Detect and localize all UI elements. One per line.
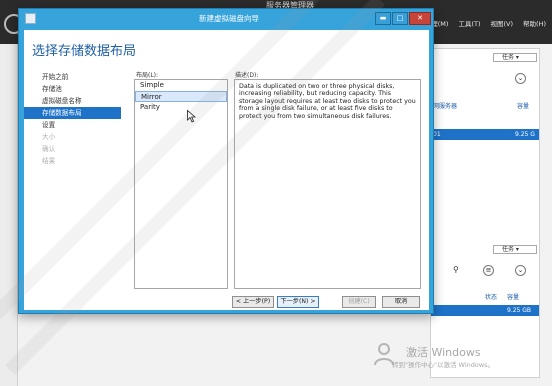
step-storage-pool[interactable]: 存储池 — [24, 83, 121, 95]
layout-listbox[interactable]: Simple Mirror Parity — [134, 79, 228, 289]
column-header-capacity-2[interactable]: 容量 — [507, 292, 519, 301]
collapse-chevron-icon[interactable]: ⌄ — [515, 73, 526, 84]
dialog-body: 选择存储数据布局 开始之前 存储池 虚拟磁盘名称 存储数据布局 设置 大小 确认… — [24, 30, 429, 310]
row-id: 01 — [433, 131, 441, 138]
layout-option-mirror[interactable]: Mirror — [135, 91, 227, 102]
tasks-dropdown[interactable]: 任务 ▾ — [493, 53, 537, 62]
page-title: 选择存储数据布局 — [32, 44, 137, 59]
column-header-capacity[interactable]: 容量 — [517, 101, 529, 110]
server-manager-menu: 管理(M) 工具(T) 视图(V) 帮助(H) — [425, 18, 546, 30]
step-results: 结果 — [42, 157, 56, 165]
tasks-dropdown-2[interactable]: 任务 ▾ — [493, 245, 537, 254]
new-virtual-disk-wizard: 新建虚拟磁盘向导 ▬ □ ✕ 选择存储数据布局 开始之前 存储池 虚拟磁盘名称 … — [18, 8, 434, 314]
tasks-dropdown-label: 任务 — [502, 54, 515, 61]
column-header-server[interactable]: 网服务器 — [433, 101, 457, 110]
maximize-button[interactable]: □ — [392, 12, 408, 25]
menu-tools[interactable]: 工具(T) — [458, 18, 480, 30]
layout-option-simple[interactable]: Simple — [135, 80, 227, 91]
step-storage-layout[interactable]: 存储数据布局 — [24, 107, 121, 119]
step-size: 大小 — [42, 133, 56, 141]
description-box: Data is duplicated on two or three physi… — [234, 79, 421, 289]
server-manager-sidebar — [0, 44, 18, 386]
wizard-window-icon — [25, 13, 36, 24]
previous-button[interactable]: < 上一步(P) — [232, 296, 274, 308]
layout-option-parity[interactable]: Parity — [135, 102, 227, 113]
dialog-title: 新建虚拟磁盘向导 — [199, 14, 259, 23]
wizard-steps: 开始之前 存储池 虚拟磁盘名称 存储数据布局 设置 大小 确认 结果 — [24, 71, 121, 167]
activate-windows-title: 激活 Windows — [406, 346, 481, 359]
collapse-chevron-icon-2[interactable]: ⌄ — [515, 265, 526, 276]
dialog-titlebar[interactable]: 新建虚拟磁盘向导 ▬ □ ✕ — [19, 9, 433, 30]
filter-options-icon[interactable]: ≡ — [483, 265, 494, 276]
close-button[interactable]: ✕ — [409, 12, 431, 25]
row-capacity: 9.25 G — [515, 131, 535, 138]
description-label: 描述(D): — [235, 72, 259, 79]
step-before-you-begin[interactable]: 开始之前 — [24, 71, 121, 83]
table-row[interactable]: 9.25 GB — [431, 305, 539, 316]
mouse-cursor-icon — [187, 110, 196, 123]
step-settings[interactable]: 设置 — [24, 119, 121, 131]
menu-view[interactable]: 视图(V) — [491, 18, 514, 30]
step-confirmation: 确认 — [42, 145, 56, 153]
next-button[interactable]: 下一步(N) > — [277, 296, 319, 308]
column-header-status[interactable]: 状态 — [485, 292, 497, 301]
layout-label: 布局(L): — [136, 72, 159, 79]
table-row[interactable]: 01 9.25 G — [431, 129, 539, 140]
step-virtual-disk-name[interactable]: 虚拟磁盘名称 — [24, 95, 121, 107]
activate-windows-subtitle: 转到"操作中心"以激活 Windows。 — [392, 361, 495, 369]
storage-pools-panel: 任务 ▾ ⌄ 网服务器 容量 01 9.25 G 任务 ▾ ⌄ ⚲ ≡ 状态 容… — [430, 48, 540, 378]
row-capacity-2: 9.25 GB — [507, 307, 532, 314]
cancel-button[interactable]: 取消 — [382, 296, 420, 308]
minimize-button[interactable]: ▬ — [375, 12, 391, 25]
menu-help[interactable]: 帮助(H) — [523, 18, 546, 30]
create-button: 创建(C) — [342, 296, 376, 308]
tasks-dropdown-label-2: 任务 — [502, 246, 515, 253]
search-icon[interactable]: ⚲ — [453, 265, 459, 274]
